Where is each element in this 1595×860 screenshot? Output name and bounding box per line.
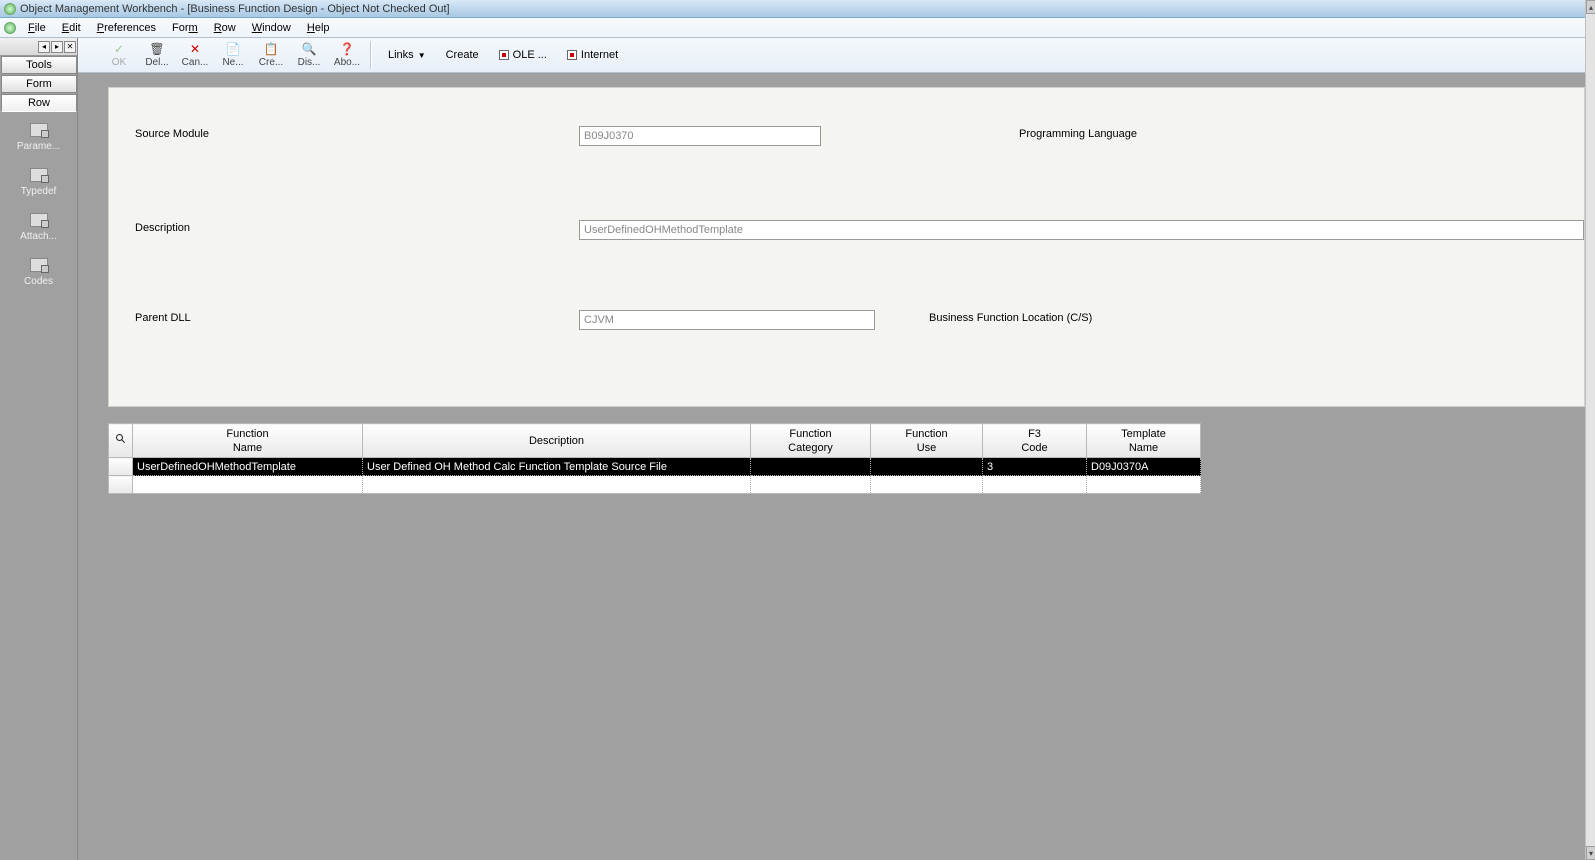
sidebar-action-codes[interactable]: Codes — [0, 248, 77, 293]
table-row[interactable]: UserDefinedOHMethodTemplate User Defined… — [109, 458, 1201, 476]
sidebar-close[interactable]: ✕ — [64, 41, 76, 53]
x-icon: ✕ — [187, 42, 203, 56]
sidebar-tab-form[interactable]: Form — [1, 75, 77, 93]
scrollbar-up-arrow[interactable]: ▴ — [1586, 0, 1595, 14]
menu-help[interactable]: Help — [299, 20, 338, 36]
create-button[interactable]: 📋 Cre... — [252, 39, 290, 72]
grid-area: Function Name Description Function Categ… — [108, 423, 1585, 860]
parameters-icon — [30, 123, 48, 137]
chevron-down-icon: ▼ — [418, 51, 426, 60]
display-icon: 🔍 — [301, 42, 317, 56]
toolbar: ✓ OK 🗑 Del... ✕ Can... 📄 Ne... 📋 Cre... … — [0, 38, 1595, 73]
attachments-icon — [30, 213, 48, 227]
sidebar-scroll-left[interactable]: ◂ — [38, 41, 50, 53]
menu-preferences[interactable]: Preferences — [89, 20, 164, 36]
window-title: Object Management Workbench - [Business … — [20, 3, 450, 15]
about-button[interactable]: ❓ Abo... — [328, 39, 366, 72]
display-button[interactable]: 🔍 Dis... — [290, 39, 328, 72]
delete-button[interactable]: 🗑 Del... — [138, 39, 176, 72]
cell-f3-code[interactable]: 3 — [983, 458, 1087, 476]
sidebar-action-attachments[interactable]: Attach... — [0, 203, 77, 248]
programming-language-label: Programming Language — [1019, 128, 1137, 140]
col-description[interactable]: Description — [363, 424, 751, 458]
description-field[interactable] — [579, 220, 1584, 240]
menu-form[interactable]: Form — [164, 20, 206, 36]
cell-function-use[interactable] — [871, 458, 983, 476]
codes-icon — [30, 258, 48, 272]
table-row-empty[interactable] — [109, 476, 1201, 494]
doc-icon[interactable] — [4, 22, 16, 34]
menu-window[interactable]: Window — [244, 20, 299, 36]
cell-function-name[interactable]: UserDefinedOHMethodTemplate — [133, 458, 363, 476]
internet-icon — [567, 50, 577, 60]
cell-template-name[interactable]: D09J0370A — [1087, 458, 1201, 476]
cell-description[interactable]: User Defined OH Method Calc Function Tem… — [363, 458, 751, 476]
typedef-icon — [30, 168, 48, 182]
menu-bar: File Edit Preferences Form Row Window He… — [0, 18, 1595, 38]
ole-icon — [499, 50, 509, 60]
left-sidebar: ◂ ▸ ✕ Tools Form Row Parame... Typedef A… — [0, 38, 78, 860]
cancel-button[interactable]: ✕ Can... — [176, 39, 214, 72]
ok-button[interactable]: ✓ OK — [100, 39, 138, 72]
col-function-name[interactable]: Function Name — [133, 424, 363, 458]
sidebar-action-parameters[interactable]: Parame... — [0, 113, 77, 158]
grid-table: Function Name Description Function Categ… — [108, 423, 1201, 494]
app-icon — [4, 3, 16, 15]
grid-search-button[interactable] — [109, 424, 133, 458]
col-f3-code[interactable]: F3 Code — [983, 424, 1087, 458]
new-button[interactable]: 📄 Ne... — [214, 39, 252, 72]
check-icon: ✓ — [111, 42, 127, 56]
col-function-category[interactable]: Function Category — [751, 424, 871, 458]
parent-dll-field[interactable] — [579, 310, 875, 330]
form-panel: Source Module Programming Language Descr… — [108, 87, 1585, 407]
ole-button[interactable]: OLE ... — [491, 44, 555, 66]
cell-function-category[interactable] — [751, 458, 871, 476]
menu-file[interactable]: File — [20, 20, 54, 36]
toolbar-separator — [370, 41, 372, 69]
sidebar-tab-tools[interactable]: Tools — [1, 56, 77, 74]
title-bar: Object Management Workbench - [Business … — [0, 0, 1595, 18]
source-module-label: Source Module — [135, 128, 209, 140]
col-function-use[interactable]: Function Use — [871, 424, 983, 458]
new-icon: 📄 — [225, 42, 241, 56]
create-icon: 📋 — [263, 42, 279, 56]
menu-row[interactable]: Row — [206, 20, 244, 36]
sidebar-scroll-right[interactable]: ▸ — [51, 41, 63, 53]
scrollbar-down-arrow[interactable]: ▾ — [1586, 846, 1595, 860]
menu-edit[interactable]: Edit — [54, 20, 89, 36]
links-dropdown[interactable]: Links ▼ — [380, 44, 434, 66]
main-area: Source Module Programming Language Descr… — [78, 73, 1585, 860]
sidebar-controls: ◂ ▸ ✕ — [0, 38, 77, 56]
col-template-name[interactable]: Template Name — [1087, 424, 1201, 458]
row-header[interactable] — [109, 458, 133, 476]
trash-icon: 🗑 — [149, 42, 165, 56]
bf-location-label: Business Function Location (C/S) — [929, 312, 1092, 324]
about-icon: ❓ — [339, 42, 355, 56]
create-link-button[interactable]: Create — [438, 44, 487, 66]
internet-button[interactable]: Internet — [559, 44, 626, 66]
parent-dll-label: Parent DLL — [135, 312, 191, 324]
description-label: Description — [135, 222, 190, 234]
source-module-field[interactable] — [579, 126, 821, 146]
search-icon — [115, 433, 127, 445]
sidebar-action-typedef[interactable]: Typedef — [0, 158, 77, 203]
row-header[interactable] — [109, 476, 133, 494]
window-scrollbar[interactable]: ▴ ▾ — [1585, 0, 1595, 860]
sidebar-tab-row[interactable]: Row — [1, 94, 77, 112]
